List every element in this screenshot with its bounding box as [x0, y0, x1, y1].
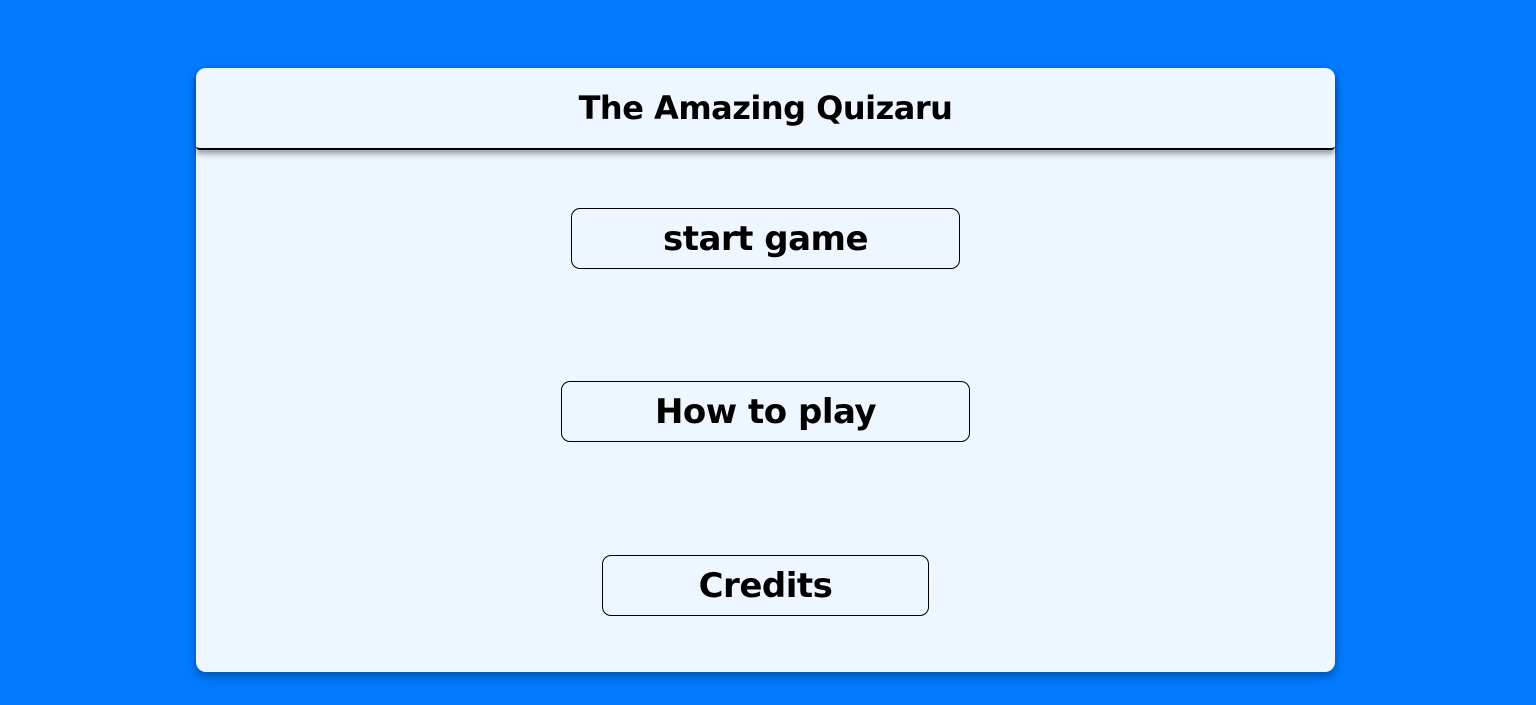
- how-to-play-button[interactable]: How to play: [561, 381, 970, 442]
- title-bar: The Amazing Quizaru: [196, 68, 1335, 150]
- game-title: The Amazing Quizaru: [578, 89, 953, 127]
- credits-button[interactable]: Credits: [602, 555, 929, 616]
- main-menu-panel: The Amazing Quizaru start game How to pl…: [196, 68, 1335, 672]
- start-game-button[interactable]: start game: [571, 208, 960, 269]
